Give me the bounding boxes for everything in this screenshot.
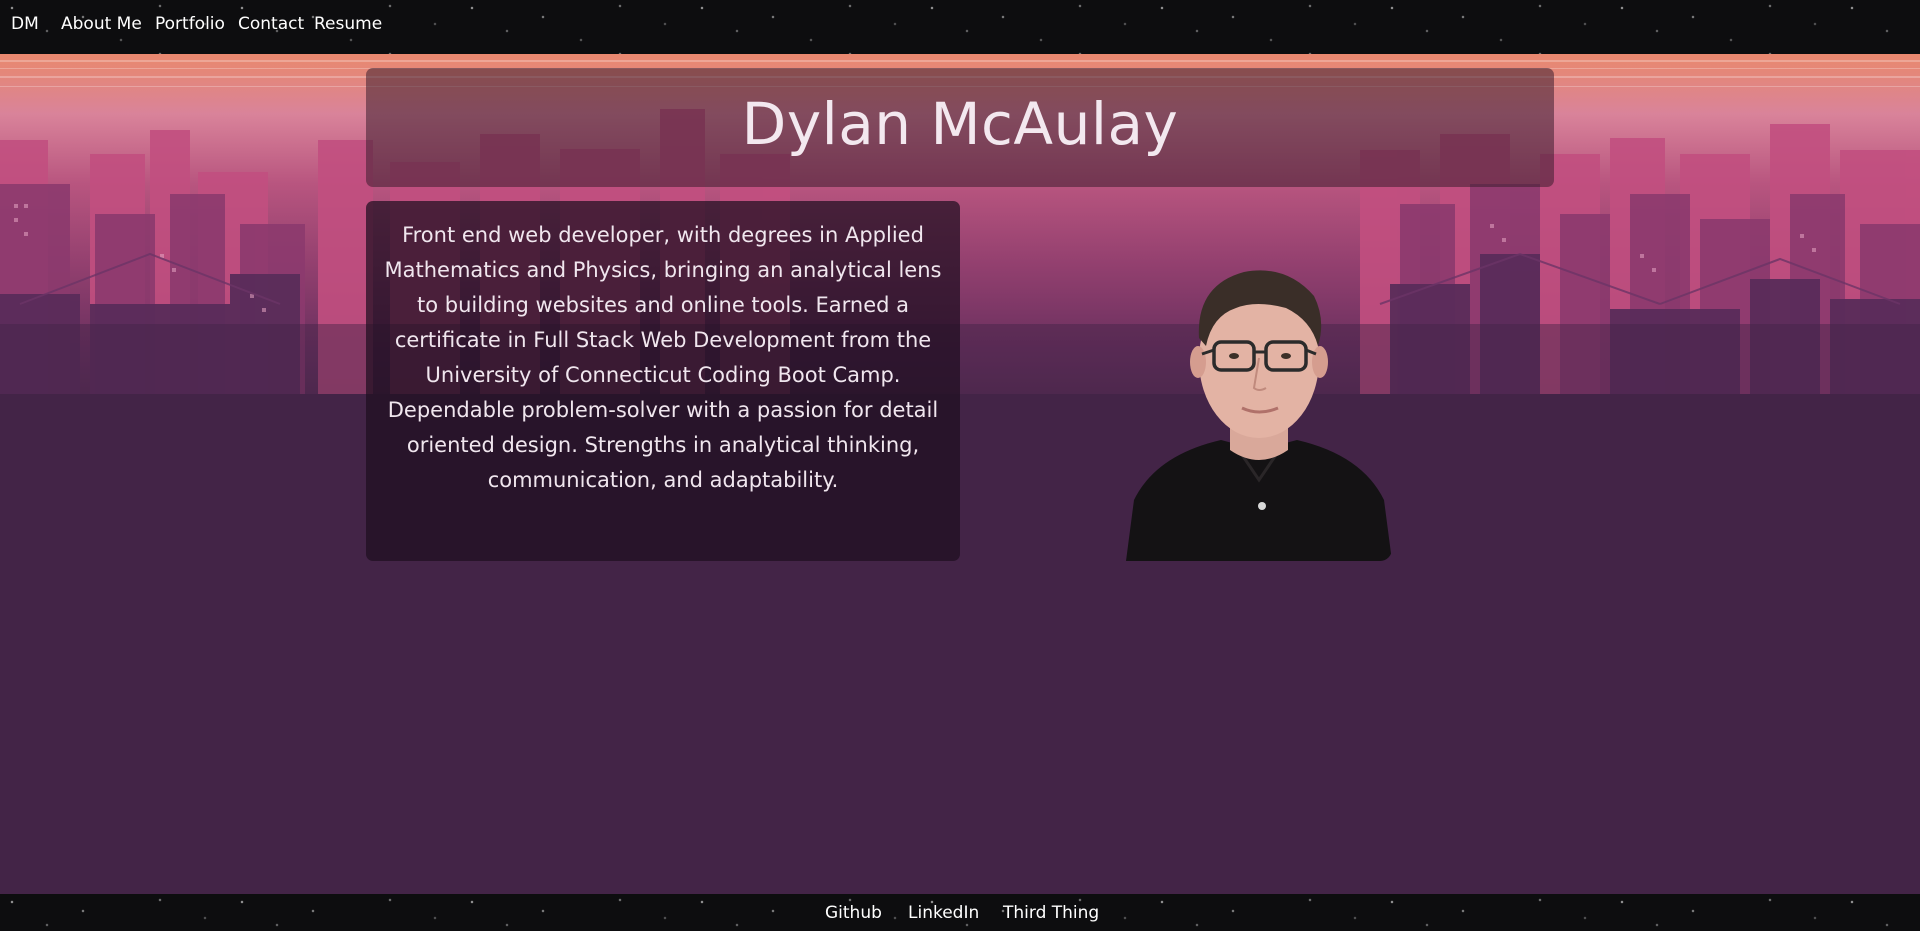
nav-link-about-me[interactable]: About Me xyxy=(61,14,142,34)
about-me-card: Front end web developer, with degrees in… xyxy=(366,201,960,561)
nav-link-portfolio[interactable]: Portfolio xyxy=(155,14,225,34)
nav-brand-link[interactable]: DM xyxy=(11,14,39,34)
portrait-illustration xyxy=(1126,270,1392,561)
page-title: Dylan McAulay xyxy=(741,90,1179,158)
footer-link-third-thing[interactable]: Third Thing xyxy=(1003,903,1099,923)
about-me-text: Front end web developer, with degrees in… xyxy=(384,223,942,492)
footer-bar: Github LinkedIn Third Thing xyxy=(0,894,1920,931)
profile-photo xyxy=(1126,250,1392,561)
top-navbar: DM About Me Portfolio Contact Resume xyxy=(0,0,1920,54)
footer-link-linkedin[interactable]: LinkedIn xyxy=(908,903,979,923)
name-header-card: Dylan McAulay xyxy=(366,68,1554,187)
footer-link-github[interactable]: Github xyxy=(825,903,882,923)
nav-link-contact[interactable]: Contact xyxy=(238,14,304,34)
nav-link-resume[interactable]: Resume xyxy=(314,14,382,34)
